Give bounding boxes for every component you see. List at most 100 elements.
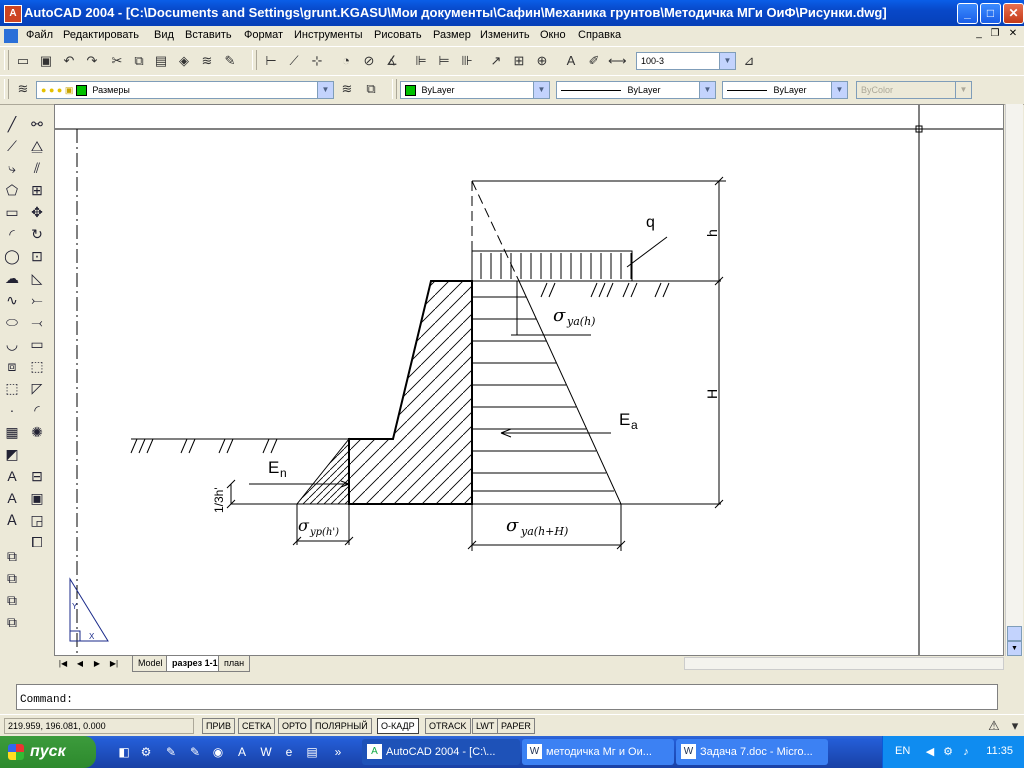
- communication-center-icon[interactable]: ⚠: [985, 717, 1003, 735]
- tab-section-1-1[interactable]: разрез 1-1: [166, 656, 224, 672]
- make-current-layer-icon[interactable]: ≋: [338, 80, 356, 98]
- scroll-thumb[interactable]: [1007, 626, 1022, 641]
- word-icon[interactable]: W: [258, 744, 274, 760]
- doc-close-button[interactable]: ✕: [1006, 28, 1020, 41]
- ellipse-arc-icon[interactable]: ◡: [2, 334, 22, 354]
- radius-dimension-icon[interactable]: ◔: [337, 52, 355, 70]
- break-icon[interactable]: ▭: [27, 334, 47, 354]
- chevron-down-icon[interactable]: ▼: [831, 82, 847, 98]
- menu-dimension[interactable]: Размер: [433, 29, 471, 41]
- sheet-icon[interactable]: ⧠: [27, 532, 47, 552]
- menu-modify[interactable]: Изменить: [480, 29, 530, 41]
- bring-above-icon[interactable]: ⧉: [2, 568, 22, 588]
- menu-file[interactable]: Файл: [26, 29, 53, 41]
- tab-plan[interactable]: план: [218, 656, 251, 672]
- undo-icon[interactable]: ↶: [60, 52, 78, 70]
- paper-toggle[interactable]: PAPER: [497, 718, 535, 734]
- coordinates-display[interactable]: 219.959, 196.081, 0.000: [4, 718, 194, 734]
- insert-block-icon[interactable]: ⧈: [2, 356, 22, 376]
- array-icon[interactable]: ⊞: [27, 180, 47, 200]
- app-icon[interactable]: ✎: [187, 744, 203, 760]
- continue-dimension-icon[interactable]: ⊪: [458, 52, 476, 70]
- chevron-down-icon[interactable]: ▼: [317, 82, 333, 98]
- document-icon[interactable]: ▤: [304, 744, 320, 760]
- text-icon[interactable]: A: [2, 466, 22, 486]
- autocad-icon[interactable]: A: [234, 744, 250, 760]
- toolbar-grip[interactable]: [392, 79, 397, 99]
- grid-toggle[interactable]: СЕТКА: [238, 718, 276, 734]
- dimension-style-icon[interactable]: ⊿: [740, 52, 758, 70]
- back-arrow-icon[interactable]: ◀: [923, 745, 937, 759]
- menu-tools[interactable]: Инструменты: [294, 29, 363, 41]
- menu-draw[interactable]: Рисовать: [374, 29, 422, 41]
- toolbar-grip[interactable]: [4, 50, 9, 70]
- leader-icon[interactable]: ↗: [487, 52, 505, 70]
- title-bar[interactable]: A AutoCAD 2004 - [C:\Documents and Setti…: [0, 0, 1024, 26]
- block-icon[interactable]: ◈: [175, 52, 193, 70]
- tab-model[interactable]: Model: [132, 656, 169, 672]
- cut-icon[interactable]: ✂: [108, 52, 126, 70]
- menu-edit[interactable]: Редактировать: [63, 29, 139, 41]
- dimension-update-icon[interactable]: ⟷: [608, 52, 627, 70]
- menu-help[interactable]: Справка: [578, 29, 621, 41]
- lwt-toggle[interactable]: LWT: [472, 718, 499, 734]
- baseline-dimension-icon[interactable]: ⊨: [435, 52, 453, 70]
- draw-order-icon[interactable]: ⧉: [2, 546, 22, 566]
- network-icon[interactable]: ⚙: [138, 744, 154, 760]
- ortho-toggle[interactable]: ОРТО: [278, 718, 311, 734]
- menu-view[interactable]: Вид: [154, 29, 174, 41]
- stretch-icon[interactable]: ◺: [27, 268, 47, 288]
- paste-icon[interactable]: ▤: [152, 52, 170, 70]
- layer-select[interactable]: ● ● ● ▣ Размеры ▼: [36, 81, 334, 99]
- redo-icon[interactable]: ↷: [83, 52, 101, 70]
- desktop-icon[interactable]: ◧: [116, 744, 132, 760]
- dimension-edit-icon[interactable]: A: [562, 52, 580, 70]
- view-icon[interactable]: ▣: [27, 488, 47, 508]
- taskbar-item-zadacha[interactable]: W Задача 7.doc - Micro...: [676, 739, 828, 765]
- volume-icon[interactable]: ♪: [959, 745, 973, 759]
- polar-toggle[interactable]: ПОЛЯРНЫЙ: [311, 718, 372, 734]
- arc-icon[interactable]: ◜: [2, 224, 22, 244]
- status-menu-icon[interactable]: ▾: [1006, 717, 1024, 735]
- linear-dimension-icon[interactable]: ⊢: [262, 52, 280, 70]
- snap-toggle[interactable]: ПРИВ: [202, 718, 235, 734]
- vertical-scrollbar[interactable]: ▼: [1005, 104, 1023, 656]
- construction-line-icon[interactable]: ⟋: [2, 136, 22, 156]
- lineweight-select[interactable]: ByLayer ▼: [722, 81, 848, 99]
- aligned-dimension-icon[interactable]: ⟋: [285, 52, 303, 70]
- network-icon[interactable]: ⚙: [941, 745, 955, 759]
- doc-restore-button[interactable]: ❐: [988, 28, 1002, 41]
- copy-icon[interactable]: ⧉: [130, 52, 148, 70]
- ucs-icon[interactable]: ⊟: [27, 466, 47, 486]
- send-under-icon[interactable]: ⧉: [2, 590, 22, 610]
- language-indicator[interactable]: EN: [895, 745, 910, 757]
- offset-icon[interactable]: ⫽: [27, 158, 47, 178]
- menu-format[interactable]: Формат: [244, 29, 283, 41]
- ordinate-dimension-icon[interactable]: ⊹: [308, 52, 326, 70]
- move-icon[interactable]: ✥: [27, 202, 47, 222]
- revision-cloud-icon[interactable]: ☁: [2, 268, 22, 288]
- dimstyle-select[interactable]: 100-3 ▼: [636, 52, 736, 70]
- layer-manager-icon[interactable]: ≋: [14, 80, 32, 98]
- command-line[interactable]: Command:: [16, 684, 998, 710]
- center-mark-icon[interactable]: ⊕: [533, 52, 551, 70]
- color-select[interactable]: ByLayer ▼: [400, 81, 550, 99]
- rotate-icon[interactable]: ↻: [27, 224, 47, 244]
- spline-icon[interactable]: ∿: [2, 290, 22, 310]
- make-block-icon[interactable]: ⬚: [2, 378, 22, 398]
- extend-icon[interactable]: ⤙: [27, 312, 47, 332]
- erase-icon[interactable]: ⚯: [27, 114, 47, 134]
- otrack-toggle[interactable]: OTRACK: [425, 718, 471, 734]
- browser-icon[interactable]: e: [281, 744, 297, 760]
- maximize-button[interactable]: □: [980, 3, 1001, 24]
- hatch-icon[interactable]: ▦: [2, 422, 22, 442]
- next-tab-button[interactable]: ▶: [90, 657, 104, 671]
- line-icon[interactable]: ╱: [2, 114, 22, 134]
- osnap-toggle[interactable]: О-КАДР: [377, 718, 419, 734]
- app-icon[interactable]: ✎: [163, 744, 179, 760]
- rectangle-icon[interactable]: ▭: [2, 202, 22, 222]
- circle-icon[interactable]: ◯: [2, 246, 22, 266]
- fillet-icon[interactable]: ◜: [27, 400, 47, 420]
- layers-icon[interactable]: ≋: [198, 52, 216, 70]
- diameter-dimension-icon[interactable]: ⊘: [360, 52, 378, 70]
